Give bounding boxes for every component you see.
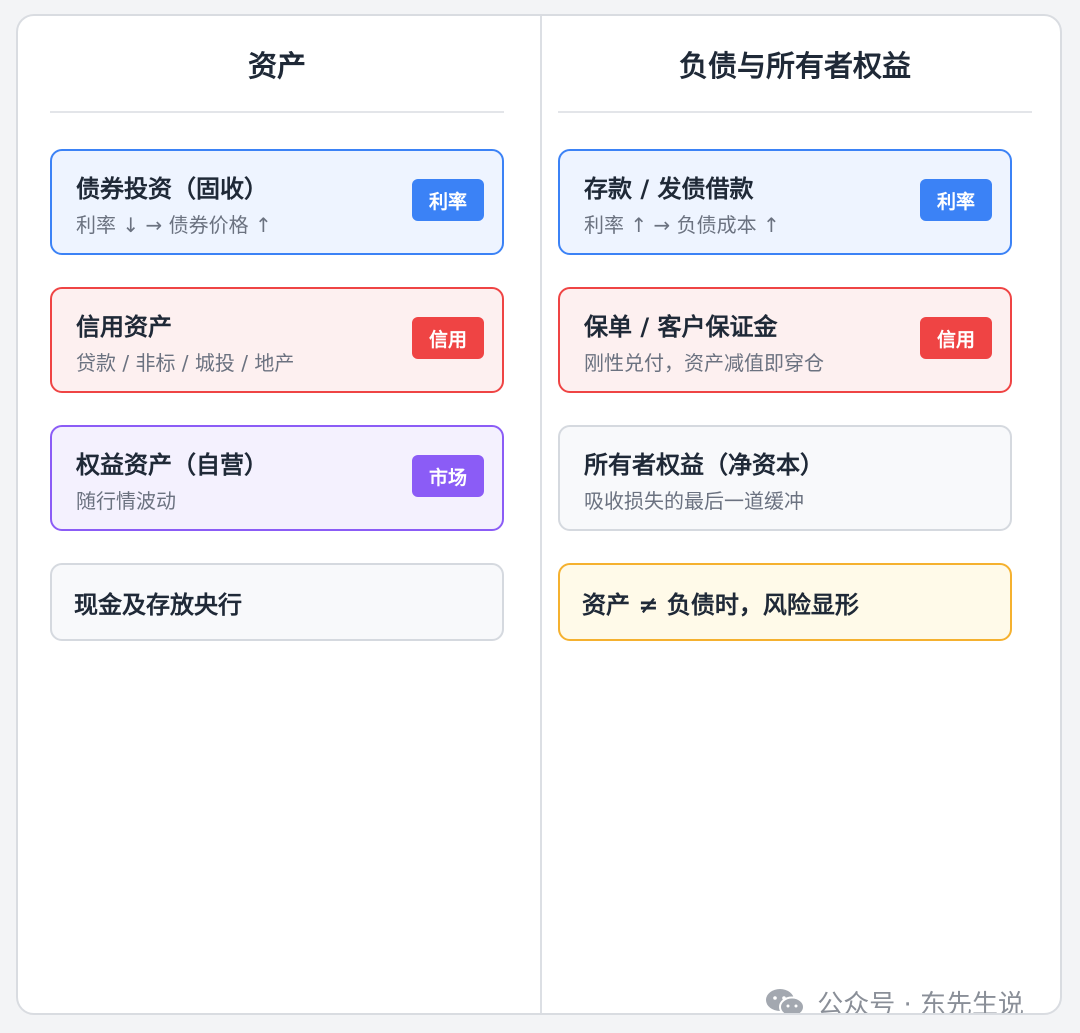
assets-column: 资产 债券投资（固收） 利率 ↓ → 债券价格 ↑ 利率 信用资产 贷款 / 非… bbox=[50, 16, 504, 641]
card-title: 存款 / 发债借款 bbox=[584, 175, 754, 203]
asset-card-equity-assets: 权益资产（自营） 随行情波动 市场 bbox=[50, 425, 504, 531]
credit-badge: 信用 bbox=[412, 317, 484, 359]
liabilities-equity-column: 负债与所有者权益 存款 / 发债借款 利率 ↑ → 负债成本 ↑ 利率 保单 /… bbox=[558, 16, 1032, 641]
credit-badge: 信用 bbox=[920, 317, 992, 359]
wechat-icon bbox=[766, 988, 806, 1013]
asset-card-credit-assets: 信用资产 贷款 / 非标 / 城投 / 地产 信用 bbox=[50, 287, 504, 393]
liabilities-equity-header: 负债与所有者权益 bbox=[558, 16, 1032, 113]
card-subtitle: 贷款 / 非标 / 城投 / 地产 bbox=[76, 351, 295, 375]
card-title: 所有者权益（净资本） bbox=[584, 451, 824, 479]
card-title: 信用资产 bbox=[76, 313, 172, 341]
watermark: 公众号 · 东先生说 bbox=[763, 984, 1024, 1015]
card-title: 债券投资（固收） bbox=[76, 175, 268, 203]
watermark-text: 公众号 · 东先生说 bbox=[817, 990, 1024, 1015]
card-subtitle: 吸收损失的最后一道缓冲 bbox=[584, 489, 804, 513]
asset-card-cash: 现金及存放央行 bbox=[50, 563, 504, 641]
equity-card-net-capital: 所有者权益（净资本） 吸收损失的最后一道缓冲 bbox=[558, 425, 1012, 531]
card-subtitle: 刚性兑付，资产减值即穿仓 bbox=[584, 351, 824, 375]
liability-card-policies-margin: 保单 / 客户保证金 刚性兑付，资产减值即穿仓 信用 bbox=[558, 287, 1012, 393]
market-badge: 市场 bbox=[412, 455, 484, 497]
risk-note-card: 资产 ≠ 负债时，风险显形 bbox=[558, 563, 1012, 641]
card-title: 现金及存放央行 bbox=[74, 590, 242, 619]
rate-badge: 利率 bbox=[920, 179, 992, 221]
balance-sheet-diagram: 资产 债券投资（固收） 利率 ↓ → 债券价格 ↑ 利率 信用资产 贷款 / 非… bbox=[16, 14, 1062, 1015]
rate-badge: 利率 bbox=[412, 179, 484, 221]
asset-card-bond-investment: 债券投资（固收） 利率 ↓ → 债券价格 ↑ 利率 bbox=[50, 149, 504, 255]
card-subtitle: 随行情波动 bbox=[76, 489, 176, 513]
assets-header: 资产 bbox=[50, 16, 504, 113]
card-title: 保单 / 客户保证金 bbox=[584, 313, 778, 341]
card-title: 权益资产（自营） bbox=[76, 451, 268, 479]
liability-card-deposits-borrowings: 存款 / 发债借款 利率 ↑ → 负债成本 ↑ 利率 bbox=[558, 149, 1012, 255]
card-title: 资产 ≠ 负债时，风险显形 bbox=[582, 590, 859, 619]
card-subtitle: 利率 ↑ → 负债成本 ↑ bbox=[584, 213, 780, 237]
column-divider bbox=[540, 16, 542, 1013]
card-subtitle: 利率 ↓ → 债券价格 ↑ bbox=[76, 213, 272, 237]
